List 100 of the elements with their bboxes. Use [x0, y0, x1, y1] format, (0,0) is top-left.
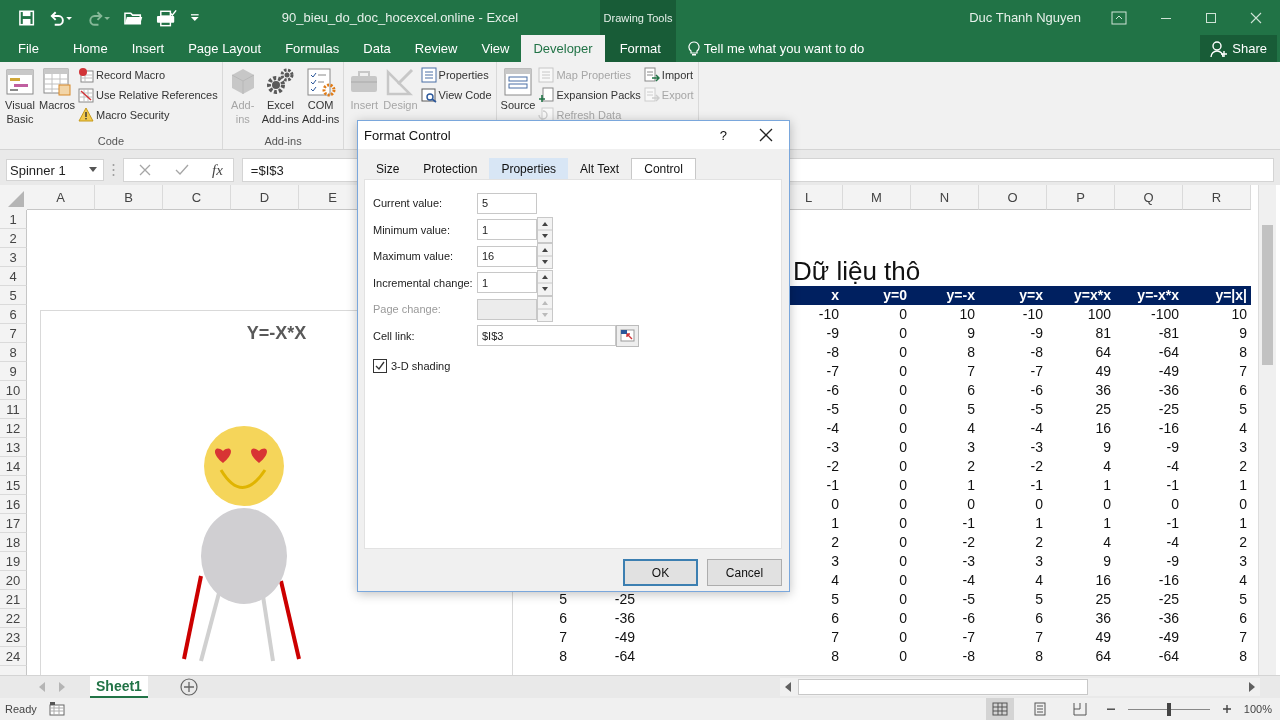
table-cell-text: 10 [958, 305, 976, 324]
field-label: Minimum value: [373, 223, 452, 236]
table-cell-text: 2 [966, 457, 976, 476]
table-cell-text: 10 [1230, 305, 1248, 324]
table-cell-text: -64 [613, 647, 636, 666]
table-cell-text: -49 [1157, 362, 1180, 381]
table-cell-text: 2 [830, 533, 840, 552]
table-cell-text: -36 [1157, 381, 1180, 400]
table-cell-text: 49 [1094, 628, 1112, 647]
table-cell-text: -25 [1157, 590, 1180, 609]
group-label: Add-ins [264, 135, 302, 147]
table-cell-text: -81 [1157, 324, 1180, 343]
table-cell-text: -7 [1029, 362, 1044, 381]
table-cell-text: 4 [1102, 457, 1112, 476]
table-header-cell: y=|x| [1183, 286, 1251, 305]
window-title: 90_bieu_do_doc_hocexcel.online - Excel [280, 10, 520, 25]
table-cell-text: 0 [830, 495, 840, 514]
table-cell-text: -16 [1157, 571, 1180, 590]
table-cell-text: -7 [825, 362, 840, 381]
table-cell-text: 16 [1094, 419, 1112, 438]
table-cell-text: 8 [830, 647, 840, 666]
table-cell-text: 2 [1034, 533, 1044, 552]
table-header-cell: y=x [979, 286, 1047, 305]
table-cell-text: -100 [1149, 305, 1180, 324]
chart-title: Y=-X*X [246, 323, 307, 345]
table-cell-text: -9 [1165, 552, 1180, 571]
table-header-cell: y=0 [843, 286, 911, 305]
table-cell-text: 1 [1238, 514, 1248, 533]
table-cell-text: -9 [825, 324, 840, 343]
table-cell-text: 6 [558, 609, 568, 628]
table-cell-text: 0 [898, 533, 908, 552]
field-label: Cell link: [373, 329, 416, 342]
table-cell-text: 5 [1238, 400, 1248, 419]
table-cell-text: 6 [830, 609, 840, 628]
table-cell-text: 0 [898, 628, 908, 647]
table-cell-text: -1 [825, 476, 840, 495]
table-cell-text: -4 [961, 571, 976, 590]
table-cell-text: 0 [898, 400, 908, 419]
table-cell-text: 8 [1238, 343, 1248, 362]
table-cell-text: 8 [1034, 647, 1044, 666]
table-cell-text: 0 [898, 495, 908, 514]
table-title: Dữ liệu thô [793, 256, 921, 286]
table-cell-text: 6 [1034, 609, 1044, 628]
table-cell-text: -6 [1029, 381, 1044, 400]
table-cell-text: 0 [966, 495, 976, 514]
table-cell-text: -6 [961, 609, 976, 628]
formula-text: =$I$3 [250, 162, 284, 178]
table-cell-text: 100 [1086, 305, 1112, 324]
table-cell-text: -10 [1021, 305, 1044, 324]
table-cell-text: 64 [1094, 343, 1112, 362]
field-value: 5 [482, 197, 489, 210]
table-cell-text: -1 [961, 514, 976, 533]
table-cell-text: 64 [1094, 647, 1112, 666]
table-cell-text: -5 [1029, 400, 1044, 419]
table-cell-text: 7 [558, 628, 568, 647]
table-cell-text: 2 [1238, 533, 1248, 552]
table-cell-text: 4 [1034, 571, 1044, 590]
field-label: Maximum value: [373, 250, 455, 263]
table-cell-text: 1 [1034, 514, 1044, 533]
table-cell-text: 0 [1102, 495, 1112, 514]
table-cell-text: 2 [1238, 457, 1248, 476]
table-cell-text: 0 [898, 571, 908, 590]
table-cell-text: -16 [1157, 419, 1180, 438]
table-cell-text: 0 [898, 590, 908, 609]
table-cell-text: 8 [558, 647, 568, 666]
status-text: Ready [5, 703, 37, 715]
table-cell-text: 0 [898, 476, 908, 495]
table-header-cell: y=-x [911, 286, 979, 305]
name-box-text: Spinner 1 [10, 162, 66, 178]
table-cell-text: -1 [1165, 476, 1180, 495]
table-cell-text: -49 [613, 628, 636, 647]
table-cell-text: 36 [1094, 609, 1112, 628]
table-cell-text: 0 [898, 647, 908, 666]
table-cell-text: 7 [1034, 628, 1044, 647]
table-cell-text: -4 [1029, 419, 1044, 438]
table-cell-text: -3 [825, 438, 840, 457]
table-cell-text: 9 [966, 324, 976, 343]
table-cell-text: 0 [898, 438, 908, 457]
table-cell-text: -25 [1157, 400, 1180, 419]
table-header-cell: y=-x*x [1115, 286, 1183, 305]
table-cell-text: -3 [1029, 438, 1044, 457]
table-cell-text: -8 [825, 343, 840, 362]
table-cell-text: 1 [830, 514, 840, 533]
table-cell-text: 25 [1094, 590, 1112, 609]
table-cell-text: -64 [1157, 343, 1180, 362]
table-cell-text: 3 [966, 438, 976, 457]
field-value: 1 [482, 223, 489, 236]
table-cell-text: 0 [898, 609, 908, 628]
table-cell-text: 4 [830, 571, 840, 590]
field-value: 1 [482, 276, 489, 289]
table-cell-text: -6 [825, 381, 840, 400]
table-cell-text: 4 [1238, 571, 1248, 590]
table-cell-text: -5 [961, 590, 976, 609]
group-label: Code [97, 135, 124, 147]
table-cell-text: 0 [1170, 495, 1180, 514]
table-cell-text: 0 [1238, 495, 1248, 514]
table-cell-text: -36 [613, 609, 636, 628]
table-cell-text: 5 [1238, 590, 1248, 609]
table-cell-text: -5 [825, 400, 840, 419]
table-cell-text: 4 [966, 419, 976, 438]
